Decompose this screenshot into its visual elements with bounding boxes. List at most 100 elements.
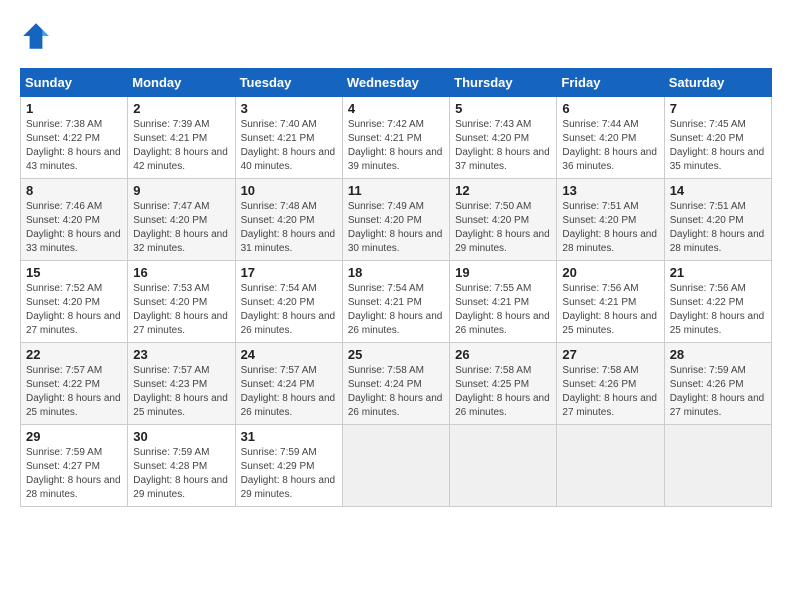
day-info: Sunrise: 7:46 AMSunset: 4:20 PMDaylight:… <box>26 200 122 256</box>
calendar-cell: 22 Sunrise: 7:57 AMSunset: 4:22 PMDayligh… <box>21 343 128 425</box>
day-number: 5 <box>455 101 551 116</box>
calendar-cell: 31Sunrise: 7:59 AMSunset: 4:29 PMDayligh… <box>235 425 342 507</box>
day-number: 24 <box>241 347 337 362</box>
day-number: 15 <box>26 265 122 280</box>
calendar-cell: 7 Sunrise: 7:45 AMSunset: 4:20 PMDaylight… <box>664 97 771 179</box>
day-number: 4 <box>348 101 444 116</box>
calendar-header-row: SundayMondayTuesdayWednesdayThursdayFrid… <box>21 69 772 97</box>
day-info: Sunrise: 7:39 AMSunset: 4:21 PMDaylight:… <box>133 118 229 174</box>
calendar-cell: 26 Sunrise: 7:58 AMSunset: 4:25 PMDayligh… <box>450 343 557 425</box>
day-info: Sunrise: 7:58 AMSunset: 4:26 PMDaylight:… <box>562 364 658 420</box>
day-info: Sunrise: 7:47 AMSunset: 4:20 PMDaylight:… <box>133 200 229 256</box>
day-number: 26 <box>455 347 551 362</box>
day-info: Sunrise: 7:53 AMSunset: 4:20 PMDaylight:… <box>133 282 229 338</box>
day-number: 20 <box>562 265 658 280</box>
col-header-saturday: Saturday <box>664 69 771 97</box>
day-info: Sunrise: 7:59 AMSunset: 4:27 PMDaylight:… <box>26 446 122 502</box>
day-info: Sunrise: 7:51 AMSunset: 4:20 PMDaylight:… <box>562 200 658 256</box>
calendar-cell: 2 Sunrise: 7:39 AMSunset: 4:21 PMDaylight… <box>128 97 235 179</box>
calendar-body: 1 Sunrise: 7:38 AMSunset: 4:22 PMDaylight… <box>21 97 772 507</box>
day-number: 13 <box>562 183 658 198</box>
day-number: 3 <box>241 101 337 116</box>
day-info: Sunrise: 7:54 AMSunset: 4:21 PMDaylight:… <box>348 282 444 338</box>
calendar-week-row: 22 Sunrise: 7:57 AMSunset: 4:22 PMDayligh… <box>21 343 772 425</box>
day-number: 19 <box>455 265 551 280</box>
calendar-cell: 19 Sunrise: 7:55 AMSunset: 4:21 PMDayligh… <box>450 261 557 343</box>
day-number: 1 <box>26 101 122 116</box>
calendar-cell: 12 Sunrise: 7:50 AMSunset: 4:20 PMDayligh… <box>450 179 557 261</box>
day-number: 6 <box>562 101 658 116</box>
day-info: Sunrise: 7:52 AMSunset: 4:20 PMDaylight:… <box>26 282 122 338</box>
calendar-cell: 25Sunrise: 7:58 AMSunset: 4:24 PMDayligh… <box>342 343 449 425</box>
calendar-week-row: 8 Sunrise: 7:46 AMSunset: 4:20 PMDaylight… <box>21 179 772 261</box>
calendar-cell: 15 Sunrise: 7:52 AMSunset: 4:20 PMDayligh… <box>21 261 128 343</box>
day-number: 2 <box>133 101 229 116</box>
calendar-cell: 9 Sunrise: 7:47 AMSunset: 4:20 PMDaylight… <box>128 179 235 261</box>
calendar-cell <box>450 425 557 507</box>
calendar-cell: 29 Sunrise: 7:59 AMSunset: 4:27 PMDayligh… <box>21 425 128 507</box>
day-number: 12 <box>455 183 551 198</box>
day-number: 9 <box>133 183 229 198</box>
calendar-cell: 5 Sunrise: 7:43 AMSunset: 4:20 PMDaylight… <box>450 97 557 179</box>
col-header-sunday: Sunday <box>21 69 128 97</box>
day-number: 27 <box>562 347 658 362</box>
day-info: Sunrise: 7:54 AMSunset: 4:20 PMDaylight:… <box>241 282 337 338</box>
day-number: 14 <box>670 183 766 198</box>
day-number: 22 <box>26 347 122 362</box>
day-info: Sunrise: 7:57 AMSunset: 4:24 PMDaylight:… <box>241 364 337 420</box>
day-number: 21 <box>670 265 766 280</box>
day-number: 10 <box>241 183 337 198</box>
calendar-cell: 1 Sunrise: 7:38 AMSunset: 4:22 PMDaylight… <box>21 97 128 179</box>
day-number: 28 <box>670 347 766 362</box>
day-number: 29 <box>26 429 122 444</box>
calendar-week-row: 15 Sunrise: 7:52 AMSunset: 4:20 PMDayligh… <box>21 261 772 343</box>
day-number: 16 <box>133 265 229 280</box>
calendar-week-row: 1 Sunrise: 7:38 AMSunset: 4:22 PMDaylight… <box>21 97 772 179</box>
calendar-cell: 6Sunrise: 7:44 AMSunset: 4:20 PMDaylight… <box>557 97 664 179</box>
day-info: Sunrise: 7:38 AMSunset: 4:22 PMDaylight:… <box>26 118 122 174</box>
day-number: 8 <box>26 183 122 198</box>
col-header-monday: Monday <box>128 69 235 97</box>
calendar-cell: 4 Sunrise: 7:42 AMSunset: 4:21 PMDaylight… <box>342 97 449 179</box>
day-info: Sunrise: 7:56 AMSunset: 4:22 PMDaylight:… <box>670 282 766 338</box>
day-number: 7 <box>670 101 766 116</box>
day-number: 17 <box>241 265 337 280</box>
day-info: Sunrise: 7:42 AMSunset: 4:21 PMDaylight:… <box>348 118 444 174</box>
day-number: 23 <box>133 347 229 362</box>
calendar-cell: 28 Sunrise: 7:59 AMSunset: 4:26 PMDayligh… <box>664 343 771 425</box>
col-header-wednesday: Wednesday <box>342 69 449 97</box>
calendar-cell: 17 Sunrise: 7:54 AMSunset: 4:20 PMDayligh… <box>235 261 342 343</box>
day-info: Sunrise: 7:59 AMSunset: 4:26 PMDaylight:… <box>670 364 766 420</box>
day-info: Sunrise: 7:56 AMSunset: 4:21 PMDaylight:… <box>562 282 658 338</box>
calendar-cell: 8 Sunrise: 7:46 AMSunset: 4:20 PMDaylight… <box>21 179 128 261</box>
calendar-cell <box>557 425 664 507</box>
day-info: Sunrise: 7:58 AMSunset: 4:24 PMDaylight:… <box>348 364 444 420</box>
day-info: Sunrise: 7:55 AMSunset: 4:21 PMDaylight:… <box>455 282 551 338</box>
calendar-cell: 18 Sunrise: 7:54 AMSunset: 4:21 PMDayligh… <box>342 261 449 343</box>
day-number: 18 <box>348 265 444 280</box>
page-header <box>20 20 772 52</box>
calendar-cell: 14 Sunrise: 7:51 AMSunset: 4:20 PMDayligh… <box>664 179 771 261</box>
day-info: Sunrise: 7:49 AMSunset: 4:20 PMDaylight:… <box>348 200 444 256</box>
calendar-cell: 3 Sunrise: 7:40 AMSunset: 4:21 PMDaylight… <box>235 97 342 179</box>
calendar-cell: 21 Sunrise: 7:56 AMSunset: 4:22 PMDayligh… <box>664 261 771 343</box>
day-number: 11 <box>348 183 444 198</box>
day-info: Sunrise: 7:40 AMSunset: 4:21 PMDaylight:… <box>241 118 337 174</box>
col-header-thursday: Thursday <box>450 69 557 97</box>
logo-icon <box>20 20 52 52</box>
day-info: Sunrise: 7:51 AMSunset: 4:20 PMDaylight:… <box>670 200 766 256</box>
col-header-friday: Friday <box>557 69 664 97</box>
day-info: Sunrise: 7:59 AMSunset: 4:28 PMDaylight:… <box>133 446 229 502</box>
day-info: Sunrise: 7:58 AMSunset: 4:25 PMDaylight:… <box>455 364 551 420</box>
day-info: Sunrise: 7:43 AMSunset: 4:20 PMDaylight:… <box>455 118 551 174</box>
day-number: 30 <box>133 429 229 444</box>
calendar-cell: 23Sunrise: 7:57 AMSunset: 4:23 PMDayligh… <box>128 343 235 425</box>
calendar-cell <box>664 425 771 507</box>
day-info: Sunrise: 7:57 AMSunset: 4:22 PMDaylight:… <box>26 364 122 420</box>
day-info: Sunrise: 7:45 AMSunset: 4:20 PMDaylight:… <box>670 118 766 174</box>
day-number: 31 <box>241 429 337 444</box>
calendar-cell: 20 Sunrise: 7:56 AMSunset: 4:21 PMDayligh… <box>557 261 664 343</box>
day-info: Sunrise: 7:50 AMSunset: 4:20 PMDaylight:… <box>455 200 551 256</box>
calendar-cell: 13 Sunrise: 7:51 AMSunset: 4:20 PMDayligh… <box>557 179 664 261</box>
calendar-cell: 10Sunrise: 7:48 AMSunset: 4:20 PMDayligh… <box>235 179 342 261</box>
